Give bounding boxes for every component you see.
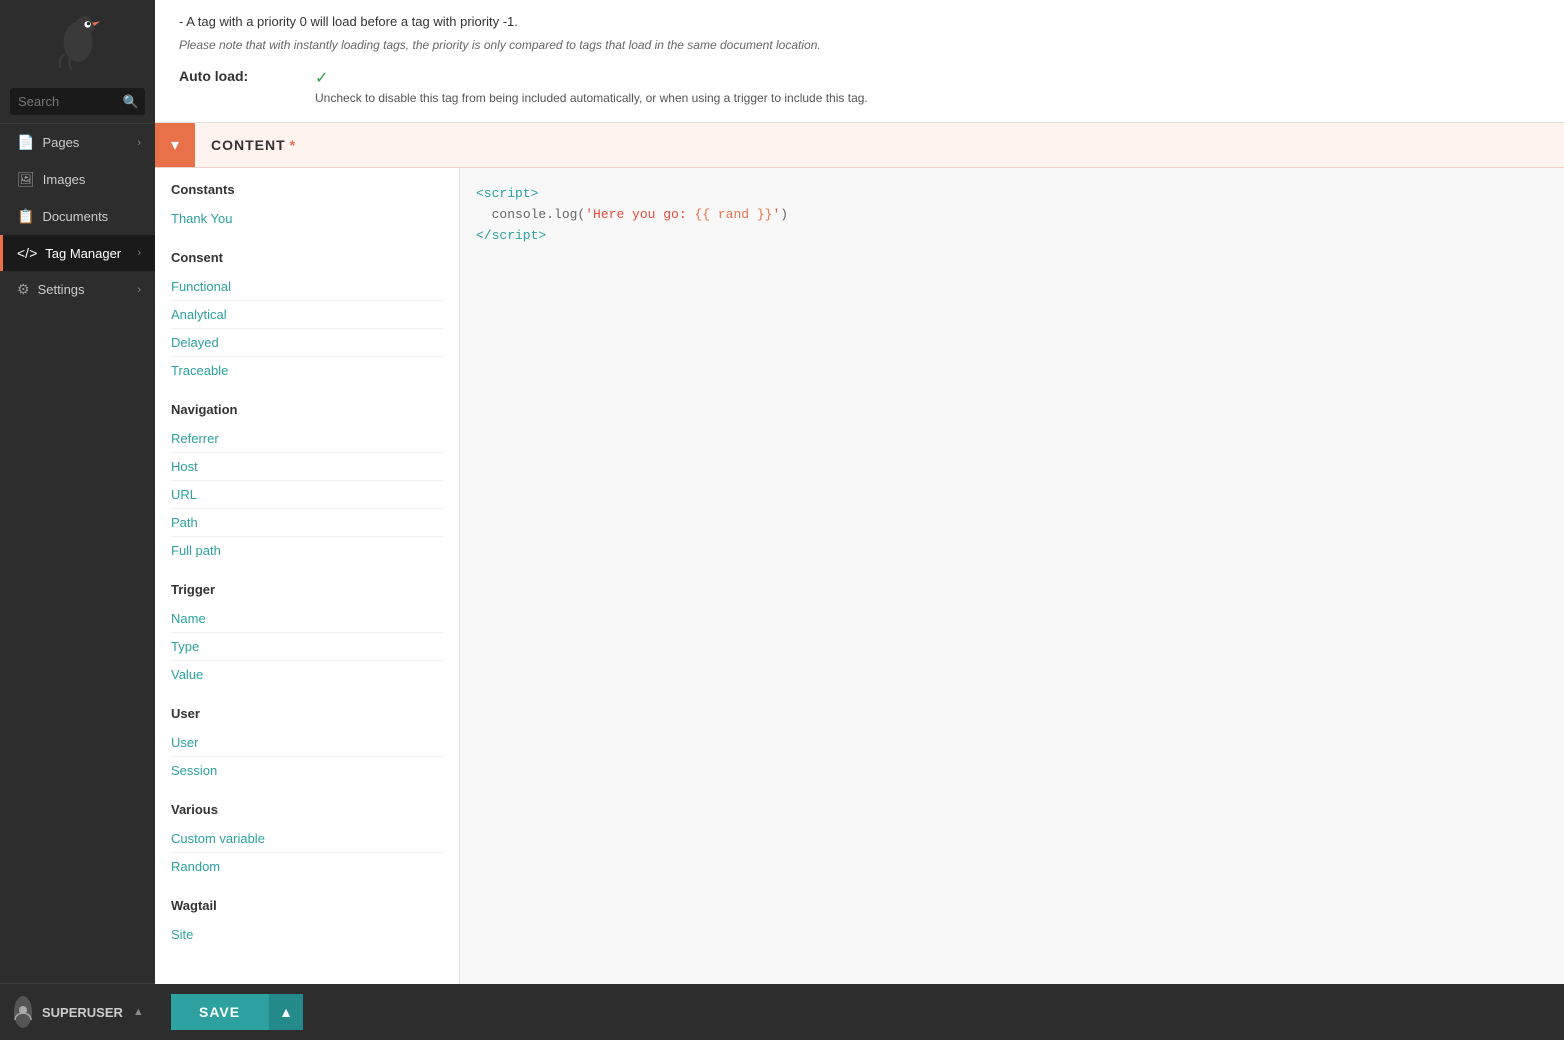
avatar <box>14 996 32 1028</box>
user-title: User <box>171 706 443 721</box>
code-open-script-tag: <script> <box>476 186 538 201</box>
code-close-script-tag: </script> <box>476 228 546 243</box>
auto-load-row: Auto load: ✓ Uncheck to disable this tag… <box>179 68 1540 107</box>
chevron-up-icon[interactable]: ▲ <box>133 1006 144 1018</box>
various-title: Various <box>171 802 443 817</box>
sidebar-item-label: Documents <box>42 209 108 224</box>
documents-icon: 📋 <box>17 208 34 225</box>
chevron-right-icon: › <box>137 247 141 259</box>
priority-line: - A tag with a priority 0 will load befo… <box>179 14 518 29</box>
content-header: ▾ CONTENT* <box>155 123 1564 168</box>
var-item-referrer[interactable]: Referrer <box>171 425 443 453</box>
var-item-functional[interactable]: Functional <box>171 273 443 301</box>
tag-manager-icon: </> <box>17 245 37 261</box>
var-item-site[interactable]: Site <box>171 921 443 948</box>
body-area: Constants Thank You Consent Functional A… <box>155 168 1564 984</box>
chevron-right-icon: › <box>137 284 141 296</box>
consent-title: Consent <box>171 250 443 265</box>
priority-note: - A tag with a priority 0 will load befo… <box>179 12 1540 54</box>
collapse-icon: ▾ <box>171 135 179 155</box>
code-variable: {{ rand }} <box>694 207 772 222</box>
var-item-value[interactable]: Value <box>171 661 443 688</box>
code-editor[interactable]: <script> console.log('Here you go: {{ ra… <box>460 168 1564 984</box>
navigation-title: Navigation <box>171 402 443 417</box>
various-section: Various Custom variable Random <box>155 788 459 884</box>
wagtail-logo-icon <box>53 10 103 70</box>
constants-title: Constants <box>171 182 443 197</box>
superuser-label: SUPERUSER <box>42 1005 123 1020</box>
search-button[interactable]: 🔍 <box>123 94 139 110</box>
variables-panel: Constants Thank You Consent Functional A… <box>155 168 460 984</box>
expand-icon: ▲ <box>279 1004 293 1020</box>
var-item-host[interactable]: Host <box>171 453 443 481</box>
var-item-delayed[interactable]: Delayed <box>171 329 443 357</box>
trigger-title: Trigger <box>171 582 443 597</box>
save-expand-button[interactable]: ▲ <box>268 994 303 1030</box>
var-item-thank-you[interactable]: Thank You <box>171 205 443 232</box>
sidebar-item-images[interactable]: 🖼 Images <box>0 161 155 198</box>
search-container: 🔍 <box>0 80 155 124</box>
sidebar-footer: SUPERUSER ▲ <box>0 983 155 1040</box>
sidebar-item-pages[interactable]: 📄 Pages › <box>0 124 155 161</box>
top-content: - A tag with a priority 0 will load befo… <box>155 0 1564 123</box>
sidebar: 🔍 📄 Pages › 🖼 Images 📋 Documents </> <box>0 0 155 1040</box>
trigger-section: Trigger Name Type Value <box>155 568 459 692</box>
chevron-right-icon: › <box>137 137 141 149</box>
save-button[interactable]: SAVE <box>171 994 268 1030</box>
auto-load-checkmark: ✓ <box>315 68 868 88</box>
code-string: 'Here you go: <box>585 207 694 222</box>
sidebar-item-tag-manager[interactable]: </> Tag Manager › <box>0 235 155 271</box>
sidebar-item-documents[interactable]: 📋 Documents <box>0 198 155 235</box>
var-item-random[interactable]: Random <box>171 853 443 880</box>
wagtail-section: Wagtail Site <box>155 884 459 952</box>
save-bar: SAVE ▲ <box>155 984 1564 1040</box>
sidebar-item-label: Tag Manager <box>45 246 121 261</box>
var-item-session[interactable]: Session <box>171 757 443 784</box>
priority-detail: Please note that with instantly loading … <box>179 36 1540 54</box>
var-item-custom-variable[interactable]: Custom variable <box>171 825 443 853</box>
navigation-section: Navigation Referrer Host URL Path Full p… <box>155 388 459 568</box>
logo <box>0 0 155 80</box>
code-close-paren: ) <box>780 207 788 222</box>
pages-icon: 📄 <box>17 134 34 151</box>
code-console-log: console.log( <box>492 207 586 222</box>
sidebar-item-label: Settings <box>38 282 85 297</box>
var-item-url[interactable]: URL <box>171 481 443 509</box>
collapse-button[interactable]: ▾ <box>155 123 195 167</box>
content-title-text: CONTENT <box>211 137 286 153</box>
var-item-analytical[interactable]: Analytical <box>171 301 443 329</box>
sidebar-item-label: Images <box>43 172 86 187</box>
auto-load-label: Auto load: <box>179 68 299 84</box>
user-section: User User Session <box>155 692 459 788</box>
images-icon: 🖼 <box>17 171 35 188</box>
var-item-path[interactable]: Path <box>171 509 443 537</box>
sidebar-nav: 📄 Pages › 🖼 Images 📋 Documents </> Tag M… <box>0 124 155 983</box>
var-item-user[interactable]: User <box>171 729 443 757</box>
auto-load-right: ✓ Uncheck to disable this tag from being… <box>315 68 868 107</box>
auto-load-desc: Uncheck to disable this tag from being i… <box>315 90 868 107</box>
settings-icon: ⚙ <box>17 281 30 298</box>
content-title: CONTENT* <box>195 137 312 153</box>
sidebar-item-settings[interactable]: ⚙ Settings › <box>0 271 155 308</box>
sidebar-item-label: Pages <box>42 135 79 150</box>
var-item-full-path[interactable]: Full path <box>171 537 443 564</box>
wagtail-title: Wagtail <box>171 898 443 913</box>
code-block[interactable]: <script> console.log('Here you go: {{ ra… <box>476 184 1548 246</box>
consent-section: Consent Functional Analytical Delayed Tr… <box>155 236 459 388</box>
constants-section: Constants Thank You <box>155 168 459 236</box>
var-item-type[interactable]: Type <box>171 633 443 661</box>
required-star: * <box>290 137 296 153</box>
var-item-name[interactable]: Name <box>171 605 443 633</box>
main-content: - A tag with a priority 0 will load befo… <box>155 0 1564 1040</box>
var-item-traceable[interactable]: Traceable <box>171 357 443 384</box>
